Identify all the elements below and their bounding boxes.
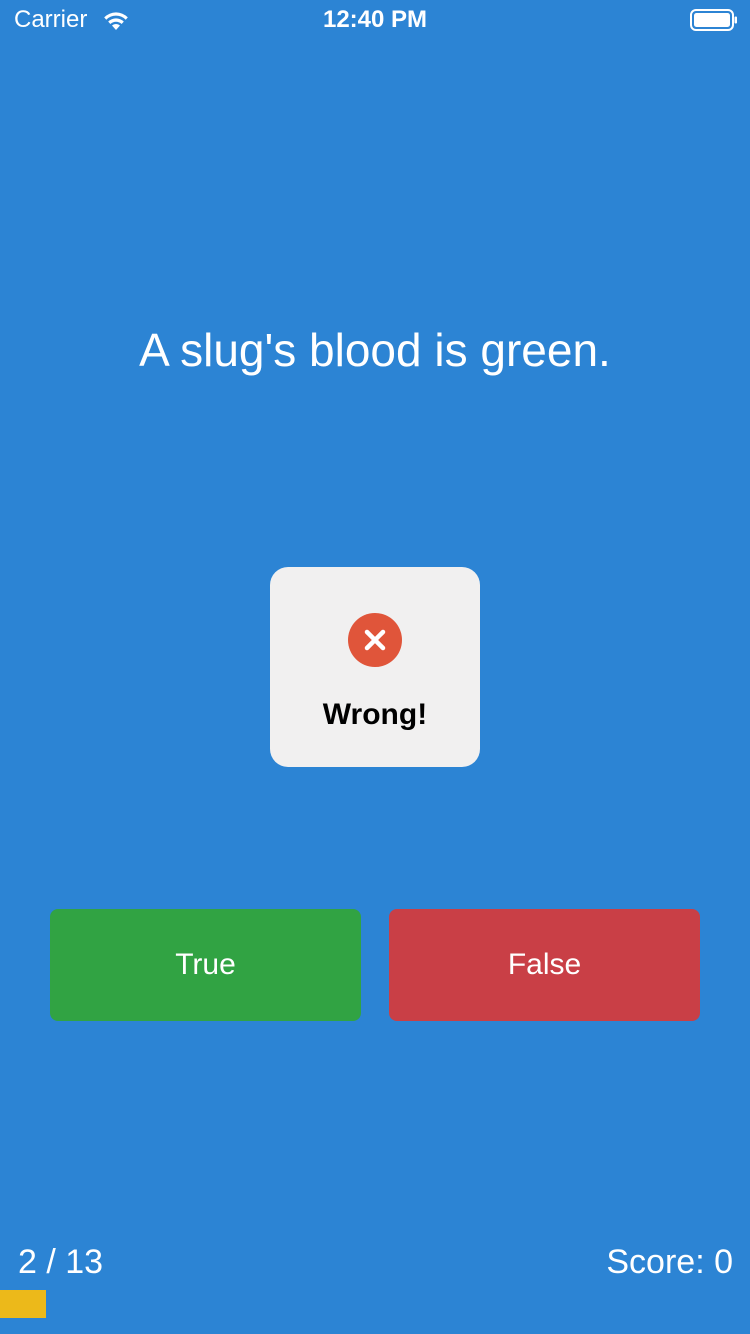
progress-bar-fill [0,1290,47,1318]
status-bar: Carrier 12:40 PM [0,0,750,40]
wrong-feedback-popup: Wrong! [270,567,480,767]
question-text: A slug's blood is green. [139,324,611,376]
true-button[interactable]: True [50,909,361,1021]
battery-icon [690,9,737,31]
error-x-icon [348,613,402,667]
feedback-label: Wrong! [322,698,428,731]
progress-bar [0,1290,750,1318]
clock: 12:40 PM [322,6,428,33]
question-progress-label: 2 / 13 [18,1243,104,1281]
score-label: Score: 0 [606,1243,733,1281]
false-button[interactable]: False [389,909,700,1021]
